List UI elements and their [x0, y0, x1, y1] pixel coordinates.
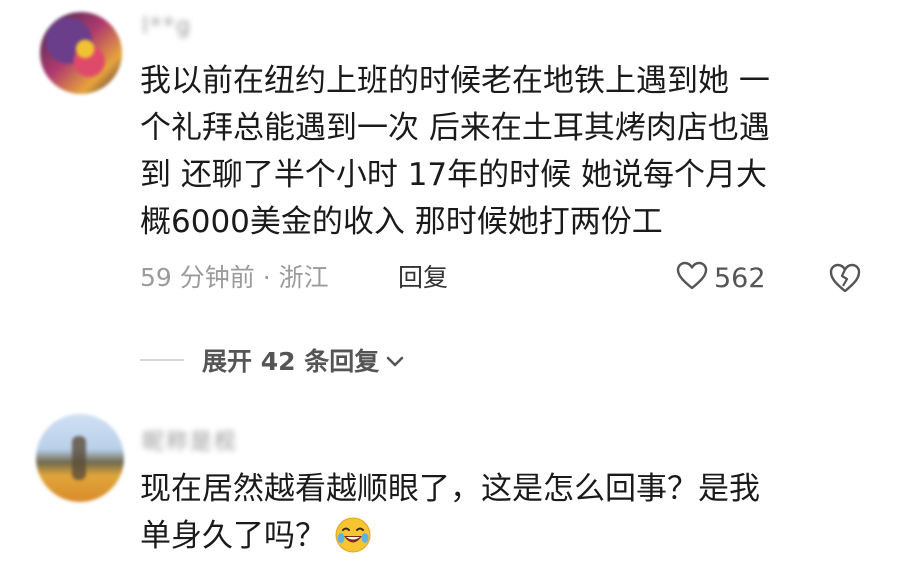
divider [140, 359, 184, 361]
comment-meta: 59 分钟前 · 浙江 [140, 263, 329, 292]
comment-text-line: 我以前在纽约上班的时候老在地铁上遇到她 一 [140, 63, 770, 99]
comment-text-line: 现在居然越看越顺眼了，这是怎么回事？是我 [140, 471, 760, 507]
expand-replies-label: 展开 42 条回复 [202, 347, 380, 376]
expand-replies-row: 展开 42 条回复 [140, 340, 405, 380]
username[interactable]: l**g [142, 14, 192, 39]
like-button[interactable]: 562 [676, 258, 766, 298]
comment-text: 我以前在纽约上班的时候老在地铁上遇到她 一 个礼拜总能遇到一次 后来在土耳其烤肉… [140, 58, 860, 246]
expand-replies-button[interactable]: 展开 42 条回复 [202, 342, 405, 378]
comment-text-line: 概6000美金的收入 那时候她打两份工 [140, 204, 663, 240]
comment-text-line: 个礼拜总能遇到一次 后来在土耳其烤肉店也遇 [140, 110, 770, 146]
laughing-crying-emoji-icon [334, 516, 372, 554]
heart-outline-icon [676, 261, 708, 295]
username[interactable]: 昵称是枧 [142, 424, 238, 456]
reply-button[interactable]: 回复 [398, 260, 448, 296]
comment-text-line: 到 还聊了半个小时 17年的时候 她说每个月大 [140, 157, 768, 193]
avatar[interactable] [40, 12, 122, 94]
avatar[interactable] [36, 414, 124, 502]
comment-text-line: 单身久了吗？ [140, 513, 860, 560]
comment-text: 现在居然越看越顺眼了，这是怎么回事？是我 单身久了吗？ [140, 466, 860, 560]
chevron-down-icon [379, 346, 405, 375]
like-count: 562 [714, 262, 766, 294]
comment-text-fragment: 单身久了吗？ [140, 518, 326, 554]
broken-heart-icon[interactable] [828, 261, 862, 295]
